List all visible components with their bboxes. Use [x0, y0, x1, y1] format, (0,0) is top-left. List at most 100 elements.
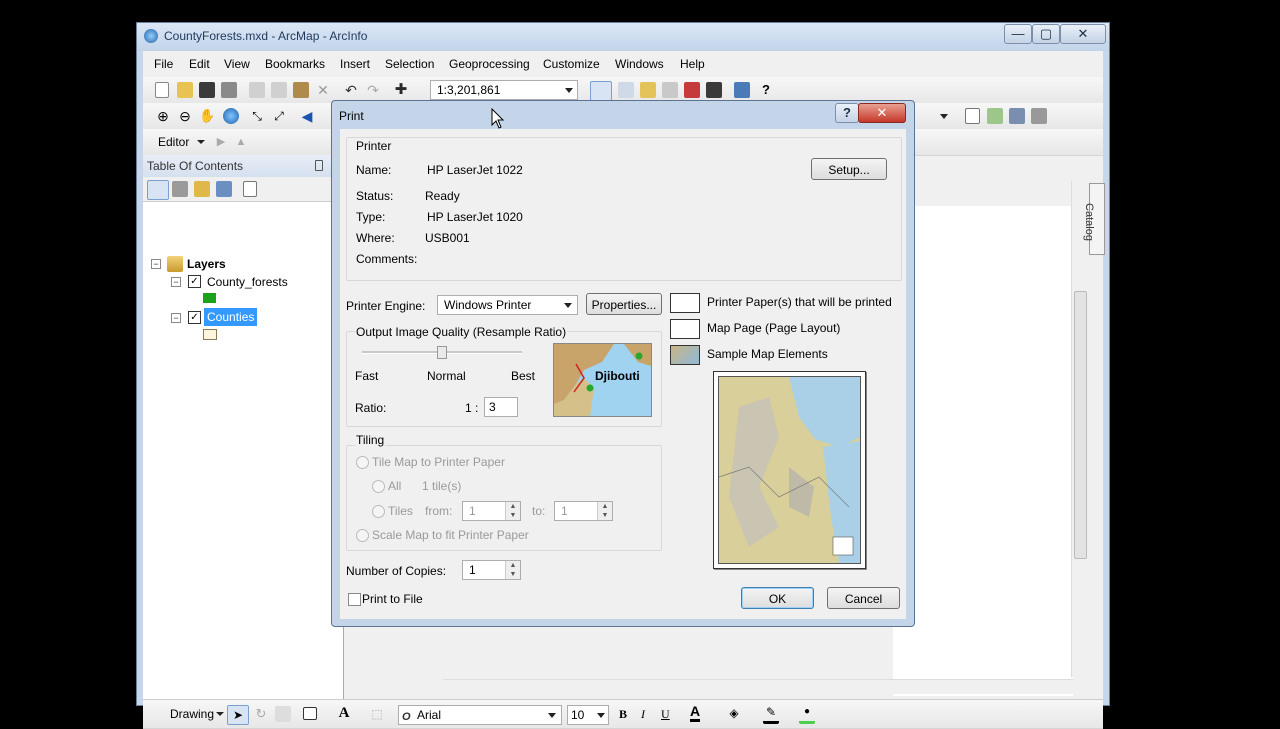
- horizontal-scrollbar[interactable]: [443, 679, 1073, 694]
- undo-icon[interactable]: ↶: [343, 82, 359, 98]
- from-input[interactable]: 1 ▲ ▼: [462, 501, 521, 521]
- arctoolbox-icon[interactable]: [684, 82, 700, 98]
- font-combo[interactable]: Arial O: [398, 705, 562, 725]
- scroll-thumb[interactable]: [1074, 291, 1087, 559]
- whats-this-icon[interactable]: ?: [758, 82, 774, 98]
- cut-icon[interactable]: [249, 82, 265, 98]
- list-by-selection-icon[interactable]: [216, 181, 232, 197]
- menu-file[interactable]: File: [154, 57, 173, 71]
- options-icon[interactable]: [243, 181, 257, 197]
- new-icon[interactable]: [155, 82, 169, 98]
- layout-view[interactable]: [893, 206, 1073, 696]
- layout-icon-2[interactable]: [987, 108, 1003, 124]
- close-button[interactable]: ✕: [1060, 24, 1106, 44]
- redo-icon[interactable]: ↷: [365, 82, 381, 98]
- line-color-icon[interactable]: ✎: [763, 705, 779, 724]
- fixed-zoom-out-icon[interactable]: ⤢: [271, 108, 287, 124]
- print-icon[interactable]: [221, 82, 237, 98]
- edit-tool-icon[interactable]: ▶: [213, 134, 229, 150]
- map-scale-combo[interactable]: 1:3,201,861: [430, 80, 578, 100]
- collapse-layers-icon[interactable]: −: [151, 259, 161, 269]
- fixed-zoom-in-icon[interactable]: ⤡: [249, 108, 265, 124]
- counties-label[interactable]: Counties: [204, 308, 258, 326]
- menu-bookmarks[interactable]: Bookmarks: [265, 57, 325, 71]
- list-by-visibility-icon[interactable]: [194, 181, 210, 197]
- ratio-input[interactable]: 3: [484, 397, 518, 417]
- tile-map-radio[interactable]: [356, 456, 369, 469]
- layers-label[interactable]: Layers: [187, 257, 226, 271]
- menu-geoprocessing[interactable]: Geoprocessing: [449, 57, 530, 71]
- layout-toolbar-icon[interactable]: [965, 108, 980, 124]
- menu-help[interactable]: Help: [680, 57, 705, 71]
- scale-map-radio[interactable]: [356, 529, 369, 542]
- drawing-menu[interactable]: Drawing: [170, 707, 214, 721]
- counties-checkbox[interactable]: ✓: [188, 311, 201, 324]
- to-input[interactable]: 1 ▲ ▼: [554, 501, 613, 521]
- catalog-tab[interactable]: Catalog: [1083, 183, 1105, 255]
- dialog-title-bar[interactable]: Print ? ✕: [332, 101, 914, 129]
- catalog-window-icon[interactable]: [640, 82, 656, 98]
- font-color-button[interactable]: A: [690, 704, 701, 722]
- all-tiles-radio[interactable]: [372, 480, 385, 493]
- layout-icon-4[interactable]: [1031, 108, 1047, 124]
- tiles-range-radio[interactable]: [372, 505, 385, 518]
- county-forests-swatch[interactable]: [203, 293, 216, 303]
- editor-menu[interactable]: Editor: [158, 135, 189, 149]
- copies-spinner[interactable]: ▲ ▼: [505, 561, 520, 579]
- dialog-close-button[interactable]: ✕: [858, 103, 906, 123]
- collapse-counties-icon[interactable]: −: [171, 313, 181, 323]
- select-elements-icon[interactable]: ➤: [227, 705, 249, 725]
- vertical-scrollbar[interactable]: [1071, 181, 1088, 677]
- full-extent-icon[interactable]: [223, 108, 239, 124]
- to-spinner[interactable]: ▲ ▼: [597, 502, 612, 520]
- counties-swatch[interactable]: [203, 329, 217, 340]
- menu-edit[interactable]: Edit: [189, 57, 210, 71]
- ok-button[interactable]: OK: [741, 587, 814, 609]
- menu-selection[interactable]: Selection: [385, 57, 434, 71]
- back-extent-icon[interactable]: ◀: [299, 108, 315, 124]
- print-to-file-label[interactable]: Print to File: [362, 592, 423, 606]
- open-icon[interactable]: [177, 82, 193, 98]
- delete-icon[interactable]: ✕: [315, 82, 331, 98]
- collapse-county-forests-icon[interactable]: −: [171, 277, 181, 287]
- fill-color-icon[interactable]: ◈: [726, 705, 742, 721]
- list-by-source-icon[interactable]: [172, 181, 188, 197]
- search-window-icon[interactable]: [662, 82, 678, 98]
- copy-icon[interactable]: [271, 82, 287, 98]
- maximize-button[interactable]: ▢: [1032, 24, 1060, 44]
- printer-engine-select[interactable]: Windows Printer: [437, 295, 578, 315]
- rectangle-icon[interactable]: [303, 707, 317, 720]
- setup-button[interactable]: Setup...: [811, 158, 887, 180]
- layout-icon-3[interactable]: [1009, 108, 1025, 124]
- print-to-file-checkbox[interactable]: [348, 593, 361, 606]
- dialog-help-button[interactable]: ?: [835, 103, 859, 123]
- paste-icon[interactable]: [293, 82, 309, 98]
- copies-input[interactable]: 1 ▲ ▼: [462, 560, 521, 580]
- edit-annotation-icon[interactable]: ▲: [233, 134, 249, 150]
- title-bar[interactable]: CountyForests.mxd - ArcMap - ArcInfo — ▢…: [137, 23, 1109, 51]
- toc-window-icon[interactable]: [618, 82, 634, 98]
- python-window-icon[interactable]: [706, 82, 722, 98]
- list-by-drawing-order-icon[interactable]: [147, 180, 169, 200]
- editor-toolbar-icon[interactable]: [590, 81, 612, 101]
- menu-insert[interactable]: Insert: [340, 57, 370, 71]
- layout-dropdown-icon[interactable]: [940, 114, 948, 119]
- menu-windows[interactable]: Windows: [615, 57, 664, 71]
- pin-icon[interactable]: [315, 160, 323, 171]
- menu-view[interactable]: View: [224, 57, 250, 71]
- add-data-icon[interactable]: ✚: [393, 82, 409, 98]
- zoom-out-icon[interactable]: ⊖: [177, 108, 193, 124]
- font-size-combo[interactable]: 10: [567, 705, 609, 725]
- county-forests-label[interactable]: County_forests: [207, 275, 288, 289]
- zoom-in-icon[interactable]: ⊕: [155, 108, 171, 124]
- quality-slider-thumb[interactable]: [437, 346, 447, 359]
- marker-color-icon[interactable]: ●: [799, 705, 815, 724]
- properties-button[interactable]: Properties...: [586, 293, 662, 315]
- editor-dropdown-icon[interactable]: [197, 140, 205, 144]
- from-spinner[interactable]: ▲ ▼: [505, 502, 520, 520]
- county-forests-checkbox[interactable]: ✓: [188, 275, 201, 288]
- drawing-dropdown-icon[interactable]: [216, 712, 224, 716]
- new-text-icon[interactable]: A: [336, 705, 352, 721]
- cancel-button[interactable]: Cancel: [827, 587, 900, 609]
- pan-icon[interactable]: ✋: [199, 108, 215, 124]
